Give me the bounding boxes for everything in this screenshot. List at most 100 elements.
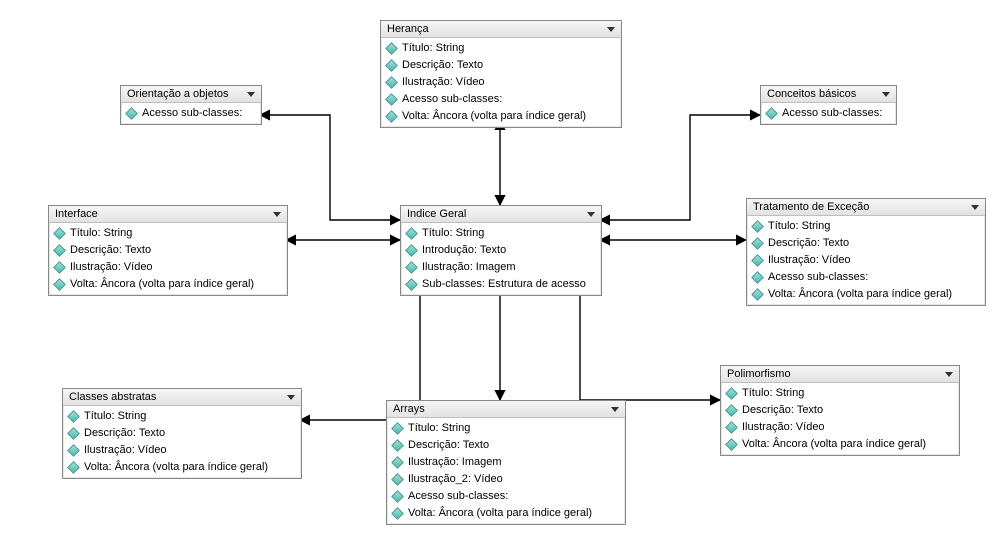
box-body: Acesso sub-classes:: [761, 103, 896, 124]
attribute-row: Volta: Âncora (volta para índice geral): [721, 436, 959, 453]
box-title: Tratamento de Exceção: [753, 201, 869, 213]
attribute-row: Ilustração: Vídeo: [63, 442, 301, 459]
chevron-down-icon[interactable]: [273, 212, 281, 217]
box-tratamento-excecao[interactable]: Tratamento de Exceção Título: String Des…: [746, 198, 986, 306]
diagram-canvas: { "boxes": { "indice_geral": { "title": …: [0, 0, 1008, 559]
box-title: Orientação a objetos: [127, 88, 229, 100]
attribute-row: Volta: Âncora (volta para índice geral): [49, 276, 287, 293]
box-interface[interactable]: Interface Título: String Descrição: Text…: [48, 205, 288, 296]
diamond-icon: [385, 93, 398, 106]
attribute-row: Ilustração: Vídeo: [721, 419, 959, 436]
diamond-icon: [405, 278, 418, 291]
attribute-row: Descrição: Texto: [49, 242, 287, 259]
box-title: Arrays: [393, 403, 425, 415]
attribute-row: Acesso sub-classes:: [387, 488, 625, 505]
box-body: Título: String Descrição: Texto Ilustraç…: [747, 216, 985, 305]
attribute-row: Título: String: [381, 40, 621, 57]
diamond-icon: [391, 456, 404, 469]
box-header[interactable]: Interface: [49, 206, 287, 223]
box-arrays[interactable]: Arrays Título: String Descrição: Texto I…: [386, 400, 626, 525]
attribute-row: Introdução: Texto: [401, 242, 601, 259]
diamond-icon: [385, 42, 398, 55]
box-header[interactable]: Orientação a objetos: [121, 86, 261, 103]
diamond-icon: [405, 261, 418, 274]
attribute-row: Ilustração: Vídeo: [49, 259, 287, 276]
diamond-icon: [391, 473, 404, 486]
diamond-icon: [751, 271, 764, 284]
box-header[interactable]: Tratamento de Exceção: [747, 199, 985, 216]
chevron-down-icon[interactable]: [247, 92, 255, 97]
diamond-icon: [53, 278, 66, 291]
box-indice-geral[interactable]: Indice Geral Título: String Introdução: …: [400, 205, 602, 296]
box-header[interactable]: Herança: [381, 21, 621, 38]
attribute-row: Ilustração: Vídeo: [381, 74, 621, 91]
diamond-icon: [53, 261, 66, 274]
box-body: Título: String Descrição: Texto Ilustraç…: [63, 406, 301, 478]
chevron-down-icon[interactable]: [587, 212, 595, 217]
box-classes-abstratas[interactable]: Classes abstratas Título: String Descriç…: [62, 388, 302, 479]
diamond-icon: [125, 107, 138, 120]
chevron-down-icon[interactable]: [611, 407, 619, 412]
box-body: Título: String Introdução: Texto Ilustra…: [401, 223, 601, 295]
attribute-row: Sub-classes: Estrutura de acesso: [401, 276, 601, 293]
box-title: Conceitos básicos: [767, 88, 856, 100]
chevron-down-icon[interactable]: [287, 395, 295, 400]
diamond-icon: [725, 404, 738, 417]
attribute-row: Descrição: Texto: [387, 437, 625, 454]
box-title: Polimorfismo: [727, 368, 791, 380]
diamond-icon: [751, 254, 764, 267]
box-orientacao-objetos[interactable]: Orientação a objetos Acesso sub-classes:: [120, 85, 262, 125]
diamond-icon: [751, 237, 764, 250]
box-conceitos-basicos[interactable]: Conceitos básicos Acesso sub-classes:: [760, 85, 897, 125]
box-body: Título: String Descrição: Texto Ilustraç…: [49, 223, 287, 295]
diamond-icon: [391, 439, 404, 452]
diamond-icon: [391, 507, 404, 520]
diamond-icon: [67, 427, 80, 440]
chevron-down-icon[interactable]: [945, 372, 953, 377]
diamond-icon: [751, 288, 764, 301]
attribute-row: Ilustração: Vídeo: [747, 252, 985, 269]
diamond-icon: [405, 244, 418, 257]
diamond-icon: [391, 490, 404, 503]
box-header[interactable]: Arrays: [387, 401, 625, 418]
box-heranca[interactable]: Herança Título: String Descrição: Texto …: [380, 20, 622, 128]
attribute-row: Acesso sub-classes:: [761, 105, 896, 122]
diamond-icon: [53, 227, 66, 240]
attribute-row: Descrição: Texto: [381, 57, 621, 74]
attribute-row: Descrição: Texto: [63, 425, 301, 442]
attribute-row: Título: String: [747, 218, 985, 235]
diamond-icon: [405, 227, 418, 240]
attribute-row: Acesso sub-classes:: [121, 105, 261, 122]
diamond-icon: [67, 444, 80, 457]
attribute-row: Volta: Âncora (volta para índice geral): [747, 286, 985, 303]
chevron-down-icon[interactable]: [607, 27, 615, 32]
attribute-row: Título: String: [401, 225, 601, 242]
attribute-row: Título: String: [387, 420, 625, 437]
chevron-down-icon[interactable]: [882, 92, 890, 97]
diamond-icon: [385, 110, 398, 123]
diamond-icon: [391, 422, 404, 435]
attribute-row: Título: String: [49, 225, 287, 242]
box-title: Herança: [387, 23, 429, 35]
diamond-icon: [53, 244, 66, 257]
box-header[interactable]: Polimorfismo: [721, 366, 959, 383]
attribute-row: Ilustração: Imagem: [387, 454, 625, 471]
diamond-icon: [751, 220, 764, 233]
attribute-row: Descrição: Texto: [721, 402, 959, 419]
diamond-icon: [765, 107, 778, 120]
box-polimorfismo[interactable]: Polimorfismo Título: String Descrição: T…: [720, 365, 960, 456]
box-body: Título: String Descrição: Texto Ilustraç…: [387, 418, 625, 524]
attribute-row: Volta: Âncora (volta para índice geral): [63, 459, 301, 476]
box-header[interactable]: Conceitos básicos: [761, 86, 896, 103]
diamond-icon: [725, 387, 738, 400]
box-header[interactable]: Classes abstratas: [63, 389, 301, 406]
box-body: Título: String Descrição: Texto Ilustraç…: [721, 383, 959, 455]
box-header[interactable]: Indice Geral: [401, 206, 601, 223]
attribute-row: Ilustração: Imagem: [401, 259, 601, 276]
chevron-down-icon[interactable]: [971, 205, 979, 210]
diamond-icon: [385, 59, 398, 72]
attribute-row: Título: String: [721, 385, 959, 402]
diamond-icon: [725, 438, 738, 451]
box-body: Acesso sub-classes:: [121, 103, 261, 124]
diamond-icon: [67, 410, 80, 423]
